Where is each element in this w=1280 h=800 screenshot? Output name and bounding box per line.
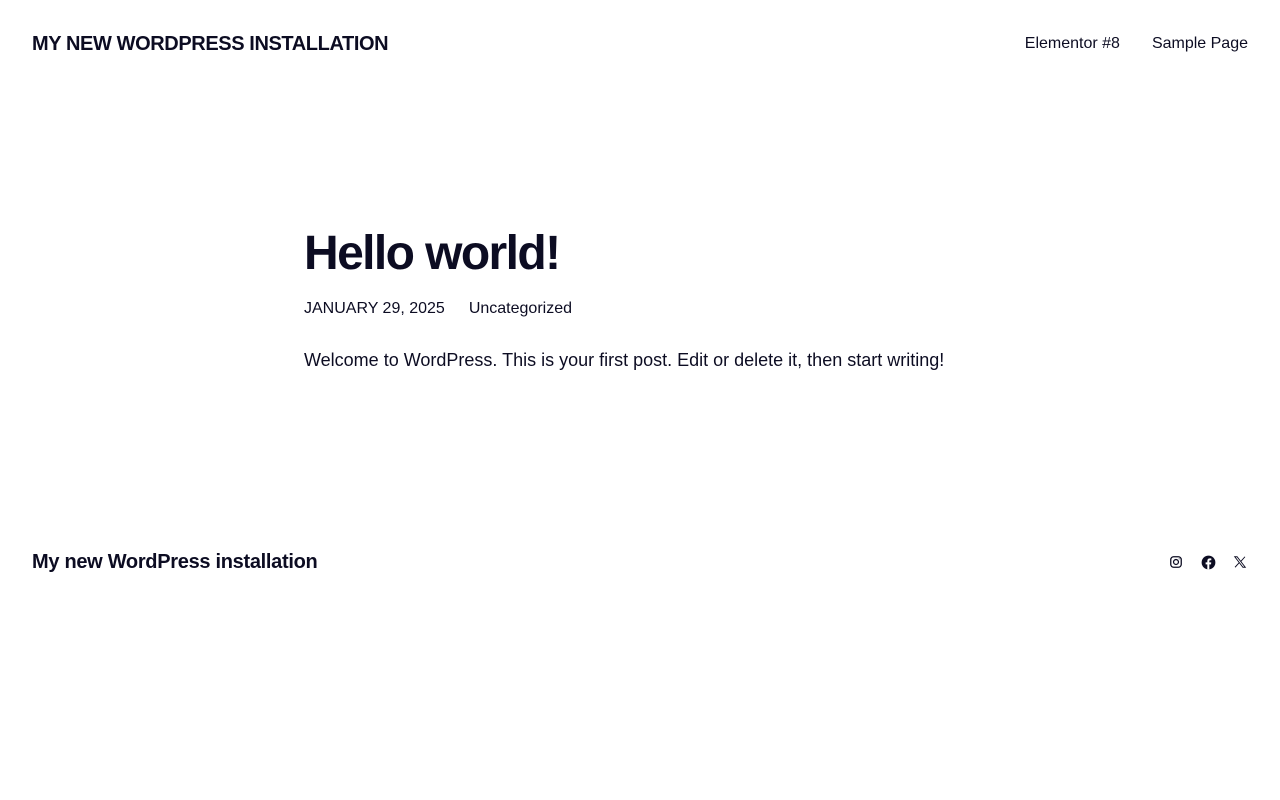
main-navigation: Elementor #8 Sample Page bbox=[1025, 35, 1248, 53]
x-icon[interactable] bbox=[1232, 554, 1248, 570]
post-content: Welcome to WordPress. This is your first… bbox=[304, 350, 945, 370]
facebook-icon[interactable] bbox=[1200, 554, 1216, 570]
post: Hello world! JANUARY 29, 2025 Uncategori… bbox=[304, 222, 1004, 390]
site-footer: My new WordPress installation bbox=[32, 546, 1248, 578]
instagram-icon[interactable] bbox=[1168, 554, 1184, 570]
nav-item-elementor-8[interactable]: Elementor #8 bbox=[1025, 35, 1120, 53]
post-date[interactable]: JANUARY 29, 2025 bbox=[304, 299, 445, 319]
nav-item-sample-page[interactable]: Sample Page bbox=[1152, 35, 1248, 53]
post-meta: JANUARY 29, 2025 Uncategorized bbox=[304, 299, 1004, 319]
footer-site-title-link[interactable]: My new WordPress installation bbox=[32, 551, 318, 574]
social-links bbox=[1168, 554, 1248, 570]
post-title: Hello world! bbox=[304, 227, 561, 280]
site-title-link[interactable]: MY NEW WORDPRESS INSTALLATION bbox=[32, 33, 389, 56]
site-header: MY NEW WORDPRESS INSTALLATION Elementor … bbox=[32, 26, 1248, 62]
post-category-link[interactable]: Uncategorized bbox=[469, 299, 572, 319]
